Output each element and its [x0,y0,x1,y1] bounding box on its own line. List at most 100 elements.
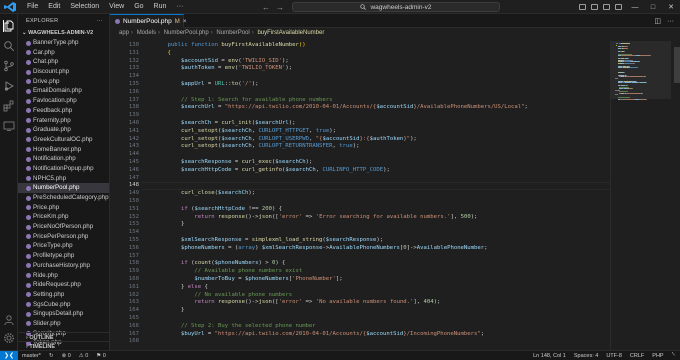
command-center-search[interactable]: wagwheels-admin-v2 [292,2,500,12]
split-editor-icon[interactable]: ◫ [654,17,661,25]
source-control-icon[interactable] [3,60,15,72]
file-item[interactable]: Feedback.php [18,106,109,116]
menu-selection[interactable]: Selection [65,0,104,14]
remote-indicator[interactable]: ❯❮ [0,350,18,360]
explorer-icon[interactable] [3,20,15,32]
errors-count[interactable]: ⊗ 0 [58,353,75,359]
explorer-more-icon[interactable]: ··· [97,14,103,28]
file-item[interactable]: Notification.php [18,154,109,164]
line-number: 138 [128,104,139,111]
code-token: env [224,65,235,72]
breadcrumb-class[interactable]: NumberPool [216,30,249,36]
account-icon[interactable] [3,314,15,326]
menu-edit[interactable]: Edit [43,0,65,14]
file-item[interactable]: Setting.php [18,290,109,300]
file-item[interactable]: Favlocation.php [18,96,109,106]
git-branch[interactable]: master* [18,353,45,359]
timeline-section[interactable]: › TIMELINE [18,341,109,350]
toggle-sidebar-icon[interactable] [579,4,586,10]
code-token: 'PhoneNumber' [292,276,336,282]
file-item[interactable]: Slider.php [18,319,109,329]
file-item[interactable]: RideRequest.php [18,280,109,290]
ports-count[interactable]: ⚑ 0 [92,353,110,359]
forward-arrow-icon[interactable]: → [276,3,284,12]
file-item[interactable]: HomeBanner.php [18,145,109,155]
toggle-panel-icon[interactable] [591,4,598,10]
warnings-count[interactable]: ⚠ 0 [75,353,93,359]
file-item[interactable]: GreekCulturalOC.php [18,135,109,145]
notifications-bell-icon[interactable]: ␇ [668,352,680,359]
file-item[interactable]: NPHC5.php [18,174,109,184]
minimap-token [630,92,640,94]
code-line: // Step 2: Buy the selected phone number [154,323,316,331]
file-item[interactable]: Fraternity.php [18,116,109,126]
language-mode[interactable]: PHP [648,353,667,359]
menu-more[interactable]: ··· [171,0,188,14]
menu-view[interactable]: View [104,0,129,14]
file-item[interactable]: Car.php [18,48,109,58]
file-item[interactable]: PurchaseHistory.php [18,261,109,271]
indentation[interactable]: Spaces: 4 [570,353,602,359]
code-token: => [302,299,316,306]
extensions-icon[interactable] [3,100,15,112]
code-token: ); [410,135,417,142]
maximize-button[interactable]: □ [644,4,662,11]
search-icon[interactable] [3,40,15,52]
minimap[interactable] [610,39,680,350]
code-token: $searchCh [275,159,306,165]
file-item[interactable]: PreScheduledCategory.php [18,193,109,203]
file-item[interactable]: PriceNoOfPerson.php [18,222,109,232]
file-item[interactable]: PriceType.php [18,241,109,251]
file-item[interactable]: Ride.php [18,271,109,281]
close-tab-icon[interactable]: × [183,18,187,25]
cursor-position[interactable]: Ln 148, Col 1 [529,353,570,359]
file-item[interactable]: EmailDomain.php [18,86,109,96]
end-of-line[interactable]: CRLF [626,353,648,359]
file-item[interactable]: Drive.php [18,77,109,87]
file-label: NumberPool.php [33,184,80,192]
tab-numberpool[interactable]: NumberPool.php M × [110,14,187,28]
code-token: $accountSid [366,330,404,337]
breadcrumb-file[interactable]: NumberPool.php [164,30,209,36]
file-item[interactable]: PriceKm.php [18,212,109,222]
file-item[interactable]: PricePerPerson.php [18,232,109,242]
encoding[interactable]: UTF-8 [602,353,626,359]
file-item[interactable]: Graduate.php [18,125,109,135]
code-editor[interactable]: 130 131 132 133 134 135 136 137 138 139 140 141 142 1… [110,39,610,350]
file-label: PreScheduledCategory.php [33,194,109,201]
breadcrumb-method[interactable]: buyFirstAvailableNumber [257,30,324,36]
sync-icon[interactable]: ↻ [45,353,58,359]
file-item[interactable]: SingupsDetail.php [18,309,109,319]
code-line: // No available phone numbers [154,292,292,300]
remote-explorer-icon[interactable] [3,120,15,132]
file-item[interactable]: NumberPool.php [18,183,109,193]
file-item[interactable]: NotificationPopup.php [18,164,109,174]
file-item[interactable]: SgsCube.php [18,300,109,310]
file-item[interactable]: Discount.php [18,67,109,77]
toggle-secondary-sidebar-icon[interactable] [603,4,610,10]
line-number: 165 [128,315,139,321]
php-file-icon [26,273,31,278]
settings-gear-icon[interactable] [3,332,15,344]
menu-file[interactable]: File [22,0,43,14]
menu-run[interactable]: Run [149,0,172,14]
code-line: curl_setopt($searchCh, CURLOPT_HTTPGET, … [154,128,336,136]
status-bar: ❯❮ master* ↻ ⊗ 0 ⚠ 0 ⚑ 0 Ln 148, Col 1 S… [0,350,680,360]
file-item[interactable]: Profiletype.php [18,251,109,261]
menu-go[interactable]: Go [129,0,148,14]
editor-scrollbar-thumb[interactable] [674,47,680,83]
more-actions-icon[interactable]: ··· [667,18,674,25]
breadcrumb-app[interactable]: app [119,30,129,36]
file-item[interactable]: Chat.php [18,57,109,67]
close-window-button[interactable]: ✕ [662,3,680,11]
file-item[interactable]: Price.php [18,203,109,213]
file-item[interactable]: BannerType.php [18,38,109,48]
customize-layout-icon[interactable] [615,4,622,10]
breadcrumb-models[interactable]: Models [137,30,156,36]
back-arrow-icon[interactable]: ← [262,3,270,12]
minimize-button[interactable]: — [626,4,644,11]
run-debug-icon[interactable] [3,80,15,92]
code-token: '/' [241,81,252,87]
